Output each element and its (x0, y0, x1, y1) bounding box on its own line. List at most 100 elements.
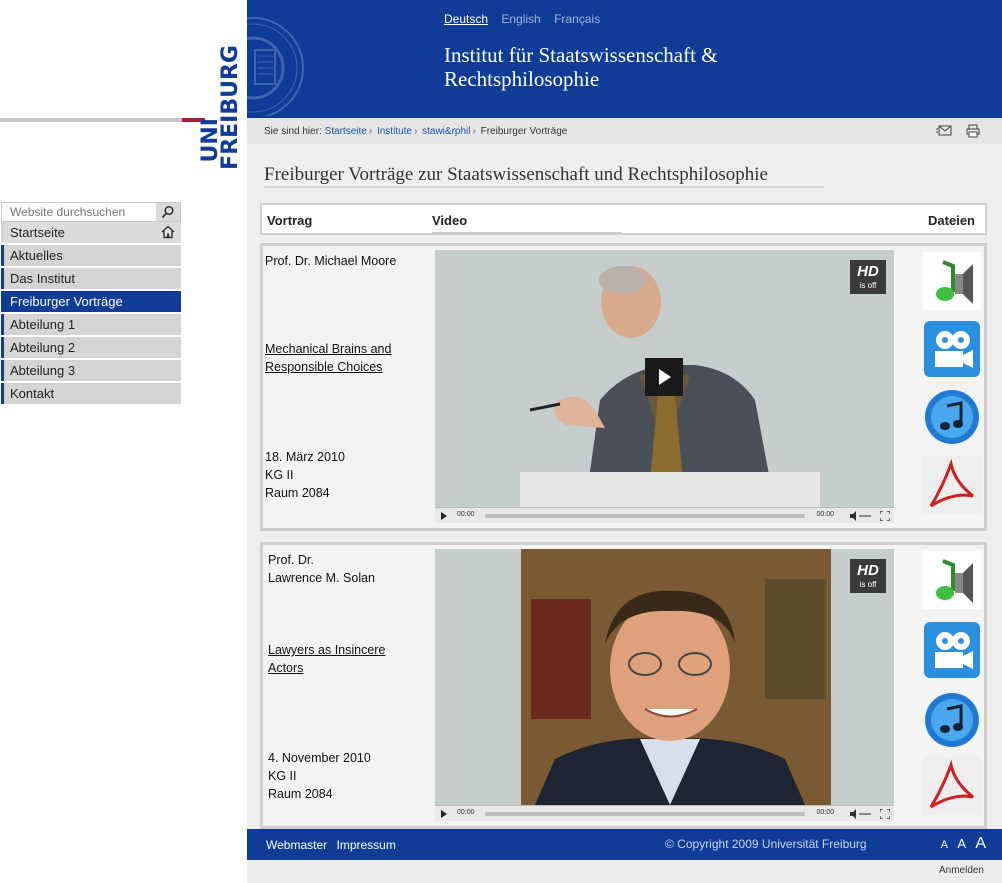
time-total: 00:00 (816, 511, 834, 518)
pdf-file-icon[interactable] (923, 456, 981, 514)
column-header-vortrag: Vortrag (267, 213, 313, 228)
column-header-video: Video (432, 213, 468, 228)
breadcrumb-institute[interactable]: Institute (377, 126, 412, 137)
table-header: Vortrag Video Dateien (260, 203, 987, 235)
fullscreen-icon[interactable] (880, 809, 890, 819)
column-header-dateien: Dateien (928, 213, 975, 228)
lecture-date: 18. März 2010 (265, 450, 345, 464)
webmaster-link[interactable]: Webmaster (266, 838, 327, 852)
lecture-title-line-2: Actors (268, 661, 304, 675)
hd-label: HD (857, 562, 879, 579)
lecture-row: Prof. Dr. Michael Moore Mechanical Brain… (260, 243, 987, 531)
volume-icon[interactable] (850, 511, 872, 521)
audio-file-icon[interactable] (923, 252, 981, 310)
font-size-large-button[interactable]: A (975, 835, 986, 852)
copyright-text: © Copyright 2009 Universität Freiburg (665, 837, 867, 851)
logo-freiburg-text: FREIBURG (218, 45, 243, 170)
lecture-row: Prof. Dr. Lawrence M. Solan Lawyers as I… (260, 542, 987, 829)
lang-francais[interactable]: Français (554, 12, 600, 26)
fullscreen-icon[interactable] (880, 511, 890, 521)
sidebar-item-label: Das Institut (10, 271, 76, 286)
search-button[interactable] (156, 203, 180, 221)
left-column: UNI FREIBURG Startseite Aktuelles Das In… (0, 0, 247, 883)
language-switcher: Deutsch English Français (444, 12, 610, 26)
video-player[interactable]: HD is off 00:00 00:00 (435, 549, 894, 821)
font-size-medium-button[interactable]: A (957, 836, 966, 851)
hd-toggle-button[interactable]: HD is off (850, 559, 886, 593)
seek-bar[interactable] (485, 514, 805, 518)
video-file-icon[interactable] (923, 621, 981, 679)
title-divider (264, 186, 824, 188)
header-divider (432, 232, 622, 234)
search-input[interactable] (2, 203, 157, 221)
seek-bar[interactable] (485, 812, 805, 816)
lecture-date: 4. November 2010 (268, 751, 371, 765)
sidebar-item-label: Aktuelles (10, 248, 63, 263)
play-button[interactable] (645, 358, 683, 396)
pdf-file-icon[interactable] (923, 757, 981, 815)
uni-freiburg-logo[interactable]: UNI FREIBURG (196, 45, 248, 170)
font-size-controls: A A A (935, 835, 986, 853)
lecture-title-line-1: Mechanical Brains and (265, 342, 392, 356)
print-icon[interactable] (966, 124, 980, 138)
breadcrumb-startseite[interactable]: Startseite (325, 126, 367, 137)
video-controls: 00:00 00:00 (435, 805, 894, 821)
lecture-details: 4. November 2010 KG II Raum 2084 (268, 749, 371, 803)
volume-icon[interactable] (850, 809, 872, 819)
video-player[interactable]: HD is off 00:00 00:00 (435, 250, 894, 523)
itunes-icon[interactable] (923, 388, 981, 446)
video-controls: 00:00 00:00 (435, 507, 894, 523)
lecture-room: Raum 2084 (268, 787, 333, 801)
sidebar-item-abteilung-3[interactable]: Abteilung 3 (1, 360, 181, 381)
breadcrumb: Sie sind hier: Startseite › Institute › st… (247, 118, 1002, 144)
itunes-icon[interactable] (923, 691, 981, 749)
breadcrumb-stawi[interactable]: stawi&rphil (422, 126, 470, 137)
audio-file-icon[interactable] (923, 551, 981, 609)
hd-label: HD (857, 263, 879, 280)
site-header: Deutsch English Français Institut für St… (247, 0, 1002, 118)
time-current: 00:00 (457, 511, 475, 518)
page-tools (936, 124, 980, 138)
sidebar-item-kontakt[interactable]: Kontakt (1, 383, 181, 404)
lecture-speaker: Prof. Dr. Lawrence M. Solan (268, 551, 375, 587)
lang-english[interactable]: English (501, 12, 540, 26)
sidebar-item-freiburger-vortraege[interactable]: Freiburger Vorträge (1, 291, 181, 312)
time-total: 00:00 (816, 809, 834, 816)
footer-links: Webmaster Impressum (266, 838, 402, 852)
sidebar-nav: Startseite Aktuelles Das Institut Freibu… (1, 222, 181, 406)
sidebar-item-label: Kontakt (10, 386, 55, 401)
lecture-title-link[interactable]: Mechanical Brains and Responsible Choice… (265, 340, 391, 376)
control-play-icon[interactable] (441, 810, 447, 818)
logo-rule-gray (0, 118, 182, 122)
sidebar-item-abteilung-1[interactable]: Abteilung 1 (1, 314, 181, 335)
lecture-title-link[interactable]: Lawyers as Insincere Actors (268, 641, 385, 677)
font-size-small-button[interactable]: A (941, 839, 948, 851)
sidebar-item-abteilung-2[interactable]: Abteilung 2 (1, 337, 181, 358)
hd-toggle-button[interactable]: HD is off (850, 260, 886, 294)
site-title-line-1: Institut für Staatswissenschaft & (444, 43, 718, 67)
main-content: Freiburger Vorträge zur Staatswissenscha… (247, 144, 1002, 829)
lang-deutsch[interactable]: Deutsch (444, 12, 488, 26)
site-title[interactable]: Institut für Staatswissenschaft & Rechts… (444, 43, 864, 91)
site-footer: Webmaster Impressum © Copyright 2009 Uni… (247, 829, 1002, 860)
time-current: 00:00 (457, 809, 475, 816)
lecture-room: Raum 2084 (265, 486, 330, 500)
hd-status: is off (859, 580, 877, 589)
sidebar-item-label: Abteilung 2 (10, 340, 76, 355)
sidebar-item-label: Abteilung 1 (10, 317, 76, 332)
login-link[interactable]: Anmelden (939, 865, 984, 876)
lecture-title-line-1: Lawyers as Insincere (268, 643, 386, 657)
sidebar-item-startseite[interactable]: Startseite (1, 222, 181, 243)
search-icon (161, 205, 174, 219)
lecture-speaker: Prof. Dr. Michael Moore (265, 254, 397, 268)
sidebar-item-aktuelles[interactable]: Aktuelles (1, 245, 181, 266)
impressum-link[interactable]: Impressum (336, 838, 395, 852)
video-file-icon[interactable] (923, 320, 981, 378)
email-icon[interactable] (936, 124, 952, 136)
sidebar-item-label: Startseite (10, 225, 65, 240)
sidebar-item-das-institut[interactable]: Das Institut (1, 268, 181, 289)
lecture-title-line-2: Responsible Choices (265, 360, 383, 374)
site-title-line-2: Rechtsphilosophie (444, 67, 600, 91)
control-play-icon[interactable] (441, 512, 447, 520)
sidebar-item-label: Abteilung 3 (10, 363, 76, 378)
